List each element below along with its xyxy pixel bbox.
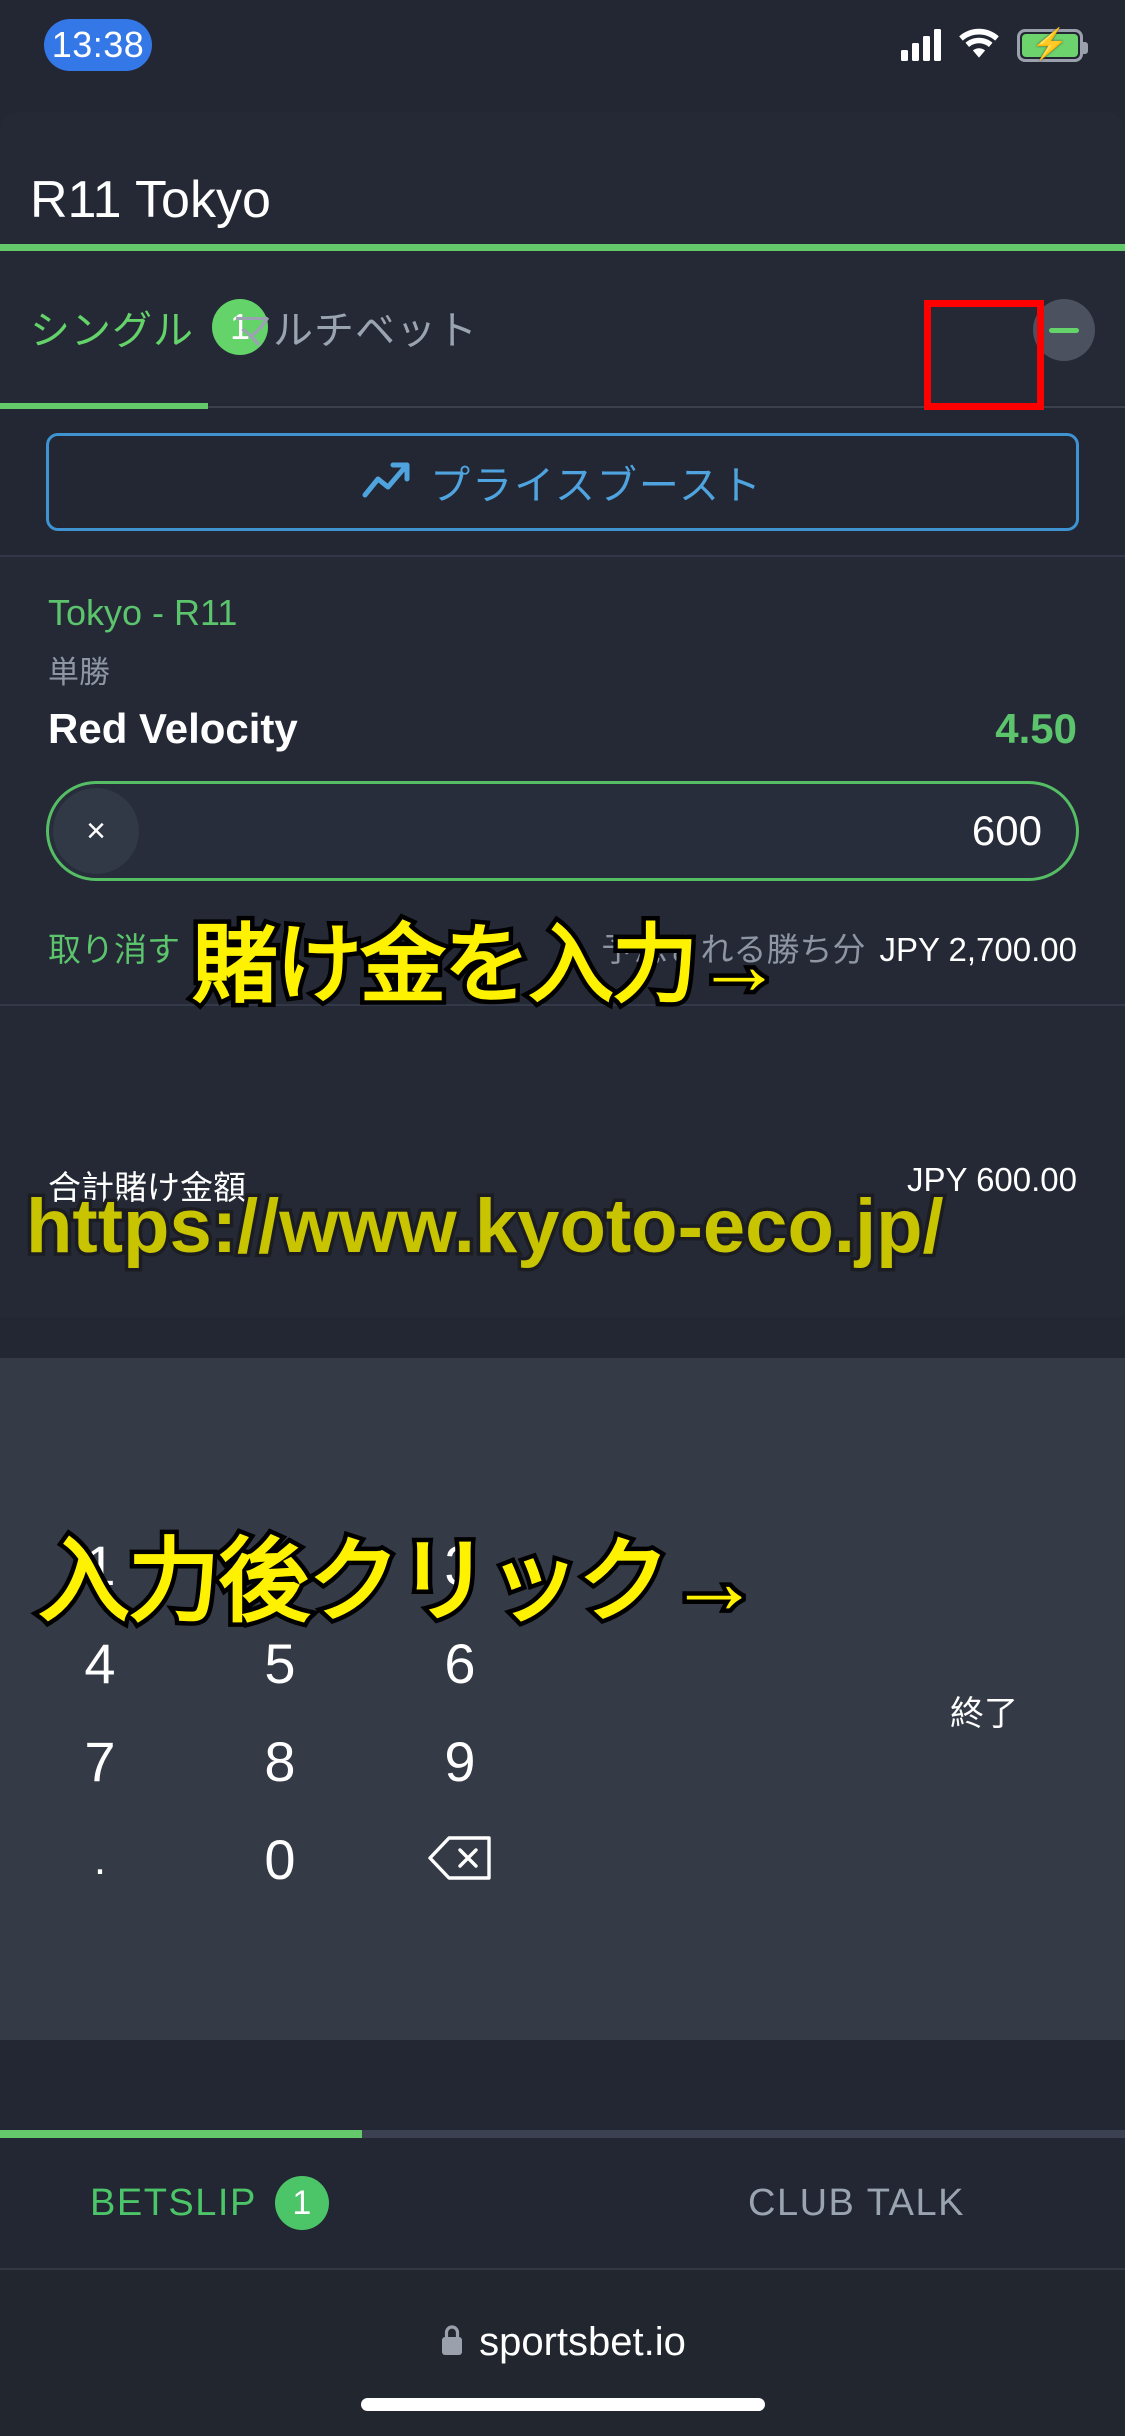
total-stake-label: 合計賭け金額 bbox=[48, 1169, 246, 1206]
trending-up-icon bbox=[362, 459, 414, 506]
key-7[interactable]: 7 bbox=[0, 1714, 200, 1810]
key-decimal[interactable]: . bbox=[0, 1812, 200, 1908]
phone-screen: 13:38 ⚡ R11 Tokyo シングル 1 マルチベット プライスブースト… bbox=[0, 0, 1125, 2436]
lock-icon bbox=[439, 2323, 465, 2362]
backspace-delete-icon bbox=[427, 1834, 493, 1887]
key-8[interactable]: 8 bbox=[180, 1714, 380, 1810]
signal-bars-icon bbox=[901, 29, 941, 61]
bet-selection-name: Red Velocity bbox=[48, 705, 298, 752]
key-0[interactable]: 0 bbox=[180, 1812, 380, 1908]
minus-icon bbox=[1049, 328, 1079, 333]
header-accent-rule bbox=[0, 244, 1125, 251]
key-2[interactable]: 2 bbox=[180, 1518, 380, 1614]
close-x-icon[interactable]: × bbox=[53, 788, 139, 874]
bottom-nav: BETSLIP 1 CLUB TALK bbox=[0, 2138, 1125, 2268]
nav-item-club-talk[interactable]: CLUB TALK bbox=[748, 2138, 965, 2268]
stake-input-row[interactable]: × 600 bbox=[46, 781, 1079, 881]
key-backspace[interactable] bbox=[360, 1812, 560, 1908]
tab-multibet-label: マルチベット bbox=[232, 309, 478, 353]
bet-market-name: 単勝 bbox=[48, 655, 110, 690]
key-3[interactable]: 3 bbox=[360, 1518, 560, 1614]
status-indicators: ⚡ bbox=[901, 22, 1088, 68]
key-4[interactable]: 4 bbox=[0, 1616, 200, 1712]
nav-club-talk-label: CLUB TALK bbox=[748, 2181, 965, 2224]
done-button-highlight-box bbox=[924, 300, 1044, 410]
key-5[interactable]: 5 bbox=[180, 1616, 380, 1712]
nav-betslip-badge: 1 bbox=[274, 2176, 329, 2230]
card-divider bbox=[0, 1004, 1125, 1006]
url-text: sportsbet.io bbox=[479, 2320, 686, 2364]
potential-payout-label: 予想される勝ち分 bbox=[601, 931, 866, 968]
price-boost-section: プライスブースト bbox=[0, 409, 1125, 531]
page-title: R11 Tokyo bbox=[30, 171, 271, 229]
potential-payout-row: 予想される勝ち分 JPY 2,700.00 bbox=[601, 923, 1077, 971]
tab-single-label: シングル bbox=[30, 309, 194, 353]
battery-charging-icon: ⚡ bbox=[1017, 28, 1088, 62]
bet-odds: 4.50 bbox=[995, 705, 1077, 752]
key-9[interactable]: 9 bbox=[360, 1714, 560, 1810]
status-time: 13:38 bbox=[44, 19, 152, 71]
bet-card: Tokyo - R11 単勝 Red Velocity 4.50 × 600 取… bbox=[0, 555, 1125, 1317]
page-header: R11 Tokyo bbox=[0, 112, 1125, 244]
key-1[interactable]: 1 bbox=[0, 1518, 200, 1614]
card-top-rule bbox=[0, 555, 1125, 557]
home-indicator[interactable] bbox=[360, 2398, 765, 2411]
total-stake-value: JPY 600.00 bbox=[906, 1161, 1077, 1198]
keyboard-done-button[interactable]: 終了 bbox=[928, 1666, 1040, 1762]
price-boost-button[interactable]: プライスブースト bbox=[46, 433, 1079, 531]
tab-multibet[interactable]: マルチベット bbox=[232, 251, 478, 403]
nav-progress-fill bbox=[0, 2130, 362, 2138]
wifi-icon bbox=[957, 26, 1001, 65]
key-6[interactable]: 6 bbox=[360, 1616, 560, 1712]
potential-payout-value: JPY 2,700.00 bbox=[879, 931, 1077, 968]
cancel-bet-label: 取り消す bbox=[48, 931, 180, 968]
bet-event-name[interactable]: Tokyo - R11 bbox=[48, 592, 237, 634]
cancel-bet-button[interactable]: 取り消す ✗ bbox=[48, 923, 221, 971]
numeric-keypad: 1 2 3 4 5 6 7 8 9 . 0 終了 bbox=[0, 1358, 1125, 2040]
x-mark-icon: ✗ bbox=[192, 928, 221, 966]
price-boost-label: プライスブースト bbox=[430, 464, 763, 508]
status-bar: 13:38 ⚡ bbox=[0, 0, 1125, 112]
nav-betslip-label: BETSLIP bbox=[90, 2181, 257, 2224]
url-row: sportsbet.io bbox=[0, 2320, 1125, 2365]
nav-item-betslip[interactable]: BETSLIP 1 bbox=[90, 2138, 329, 2268]
stake-input-value[interactable]: 600 bbox=[972, 784, 1042, 878]
